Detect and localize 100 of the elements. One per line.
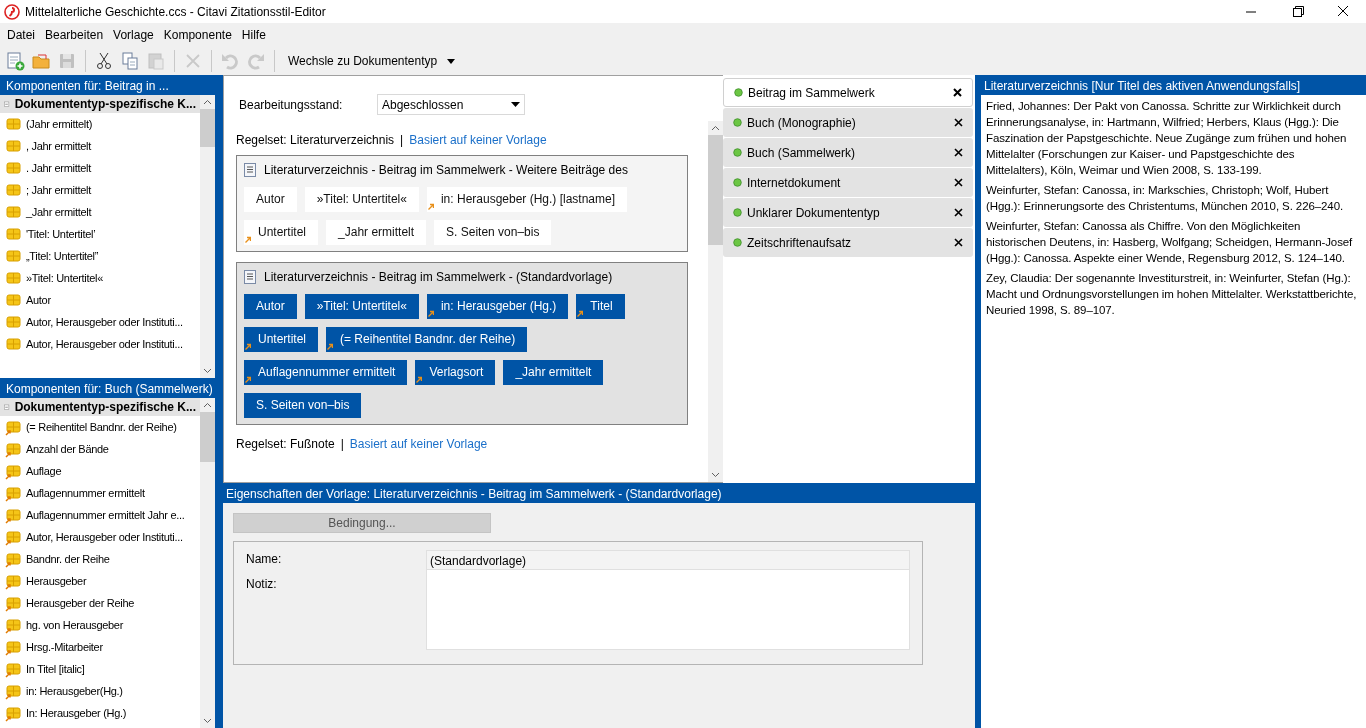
menu-item[interactable]: Komponente — [158, 24, 237, 46]
menu-item[interactable]: Bearbeiten — [40, 24, 109, 46]
component-item[interactable]: Auflagennummer ermittelt — [0, 482, 200, 504]
collapse-icon[interactable] — [4, 98, 10, 110]
template-component[interactable]: Untertitel — [244, 327, 319, 352]
template-card[interactable] — [236, 262, 688, 425]
template-component[interactable]: _Jahr ermittelt — [326, 220, 427, 245]
template-component[interactable]: »Titel: Untertitel« — [304, 294, 419, 319]
separator-text: | — [400, 132, 404, 149]
close-icon[interactable] — [954, 148, 963, 157]
component-item[interactable]: . Jahr ermittelt — [0, 157, 200, 179]
component-item[interactable]: 'Titel: Untertitel’ — [0, 223, 200, 245]
template-component[interactable]: S. Seiten von–bis — [244, 393, 362, 418]
scroll-up-icon[interactable] — [203, 99, 212, 105]
component-item[interactable]: In: Herausgeber (Hg.) — [0, 702, 200, 724]
close-icon[interactable] — [954, 208, 963, 217]
document-type-tab[interactable]: Buch (Monographie) — [723, 108, 973, 137]
name-field[interactable]: (Standardvorlage) — [426, 550, 910, 570]
close-icon[interactable] — [953, 88, 962, 97]
component-item[interactable]: hg. von Herausgeber — [0, 614, 200, 636]
component-item[interactable]: Autor, Herausgeber oder Instituti... — [0, 311, 200, 333]
scroll-up-icon[interactable] — [203, 402, 212, 408]
panel-header: Komponenten für: Beitrag in ... — [0, 75, 215, 95]
bibliography-entry: Fried, Johannes: Der Pakt von Canossa. Schritte zur Wirklichkeit durch Erinnerungsanalyse, in: Hartmann, Wilfried; Herbers, Klaus (Hgg.): Die Faszination der Papstgeschichte. Neue Zugänge zum frühen und hohen Mittelalter (Forschungen zur Kaiser- und Papstgeschichte des Mittelalters), Köln, Weimar und Wien 2008, S. 133-199. — [986, 99, 1348, 178]
document-type-tab[interactable]: Zeitschriftenaufsatz — [723, 228, 973, 257]
close-icon[interactable] — [954, 118, 963, 127]
component-item[interactable]: Autor — [0, 289, 200, 311]
template-card[interactable]: Literaturverzeichnis - Beitrag im Sammelwerk - Weitere Beiträge des Autor »Titel: Untertitel« in: Herausgeber (Hg.) [lastname] Untertitel _Jahr ermittelt S. Seiten von–bis — [236, 155, 688, 252]
status-dot-icon — [733, 118, 742, 127]
component-item[interactable]: ; Jahr ermittelt — [0, 179, 200, 201]
component-item[interactable]: „Titel: Untertitel” — [0, 245, 200, 267]
panel-header: Eigenschaften der Vorlage: Literaturverzeichnis - Beitrag im Sammelwerk - (Standardvorlage) — [220, 483, 978, 503]
condition-button[interactable]: Bedingung... — [233, 513, 491, 533]
component-item[interactable]: Bandnr. der Reihe — [0, 548, 200, 570]
scroll-down-icon[interactable] — [203, 718, 212, 724]
scroll-down-icon[interactable] — [203, 368, 212, 374]
menu-item[interactable]: Vorlage — [108, 24, 159, 46]
document-type-tab[interactable]: Internetdokument — [723, 168, 973, 197]
scrollbar-thumb[interactable] — [200, 109, 215, 147]
status-dropdown[interactable]: Abgeschlossen — [377, 94, 525, 115]
template-component[interactable]: Autor — [244, 294, 297, 319]
component-item[interactable]: Autor, Herausgeber oder Instituti... — [0, 526, 200, 548]
component-item[interactable]: Herausgeber — [0, 570, 200, 592]
component-item[interactable]: _Jahr ermittelt — [0, 201, 200, 223]
template-component[interactable]: Titel — [576, 294, 625, 319]
status-label: Bearbeitungsstand: — [239, 96, 344, 114]
component-item[interactable]: Hrsg.-Mitarbeiter — [0, 636, 200, 658]
document-type-tab[interactable]: Unklarer Dokumententyp — [723, 198, 973, 227]
panel-header: Komponenten für: Buch (Sammelwerk) — [0, 378, 215, 398]
new-document-icon[interactable] — [4, 50, 26, 72]
scroll-up-icon[interactable] — [711, 125, 720, 131]
app-logo-icon — [4, 3, 20, 20]
bibliography-entry: Weinfurter, Stefan: Canossa als Chiffre. Von den Möglichkeiten historischen Deutens, in: Hasberg, Wolfgang; Scheidgen, Hermann-Josef (Hgg.): Canossa. Aspekte einer Wende, Regensburg 2012, S. 124–140. — [986, 219, 1354, 266]
scroll-down-icon[interactable] — [711, 472, 720, 478]
template-component[interactable]: Verlagsort — [415, 360, 496, 385]
scrollbar-thumb[interactable] — [708, 135, 723, 245]
menu-item[interactable]: Datei — [2, 24, 40, 46]
ruleset-label: Regelset: Literaturverzeichnis — [236, 132, 395, 149]
template-component[interactable]: Auflagennummer ermittelt — [244, 360, 408, 385]
component-item[interactable]: Autor, Herausgeber oder Instituti... — [0, 333, 200, 355]
component-item[interactable]: Anzahl der Bände — [0, 438, 200, 460]
document-type-tab[interactable]: Buch (Sammelwerk) — [723, 138, 973, 167]
menu-item[interactable]: Hilfe — [236, 24, 271, 46]
based-on-link[interactable]: Basiert auf keiner Vorlage — [349, 435, 488, 453]
component-item[interactable]: In Titel [italic] — [0, 658, 200, 680]
close-icon[interactable] — [954, 178, 963, 187]
component-item[interactable]: »Titel: Untertitel« — [0, 267, 200, 289]
document-icon — [244, 163, 256, 177]
based-on-link[interactable]: Basiert auf keiner Vorlage — [409, 131, 547, 149]
close-icon[interactable] — [954, 238, 963, 247]
collapse-icon[interactable] — [4, 401, 10, 413]
document-type-tab[interactable]: Beitrag im Sammelwerk — [723, 78, 973, 107]
bibliography-entry: Weinfurter, Stefan: Canossa, in: Markschies, Christoph; Wolf, Hubert (Hgg.): Erinnerungsorte des Christentums, München 2010, S. 226–240. — [986, 183, 1345, 214]
component-item[interactable]: in: Herausgeber(Hg.) — [0, 680, 200, 702]
caret-icon — [447, 58, 456, 64]
template-component[interactable]: Autor — [244, 187, 297, 212]
template-component[interactable]: S. Seiten von–bis — [434, 220, 552, 245]
template-component[interactable]: (= Reihentitel Bandnr. der Reihe) — [326, 327, 528, 352]
component-item[interactable]: (Jahr ermittelt) — [0, 113, 200, 135]
template-component[interactable]: in: Herausgeber (Hg.) — [426, 294, 569, 319]
template-component[interactable]: in: Herausgeber (Hg.) [lastname] — [426, 187, 628, 212]
component-item[interactable]: Auflage — [0, 460, 200, 482]
note-field[interactable] — [426, 570, 910, 650]
template-title: Literaturverzeichnis - Beitrag im Sammelwerk - Weitere Beiträge des — [264, 162, 628, 179]
scrollbar-thumb[interactable] — [200, 412, 215, 462]
template-component[interactable]: _Jahr ermittelt — [503, 360, 604, 385]
caret-icon — [511, 102, 520, 107]
component-item[interactable]: Herausgeber der Reihe — [0, 592, 200, 614]
status-dot-icon — [734, 88, 743, 97]
component-item[interactable]: , Jahr ermittelt — [0, 135, 200, 157]
ruleset-label: Regelset: Fußnote — [236, 436, 335, 453]
status-dot-icon — [733, 148, 742, 157]
switch-dropdown[interactable]: Wechsle zu Dokumententyp — [282, 50, 462, 72]
template-component[interactable]: Untertitel — [244, 220, 319, 245]
template-component[interactable]: »Titel: Untertitel« — [304, 187, 419, 212]
panel-header: Literaturverzeichnis [Nur Titel des aktiven Anwendungsfalls] — [978, 75, 1366, 95]
status-dot-icon — [733, 238, 742, 247]
component-item[interactable]: (= Reihentitel Bandnr. der Reihe) — [0, 416, 200, 438]
bibliography-entry: Zey, Claudia: Der sogenannte Investiturstreit, in: Weinfurter, Stefan (Hg.): Macht und Ordnungsvorstellungen im hohen Mittelalter. Werkstattberichte, Neuried 1998, S. 89–107. — [986, 271, 1358, 318]
component-item[interactable]: Auflagennummer ermittelt Jahr e... — [0, 504, 200, 526]
